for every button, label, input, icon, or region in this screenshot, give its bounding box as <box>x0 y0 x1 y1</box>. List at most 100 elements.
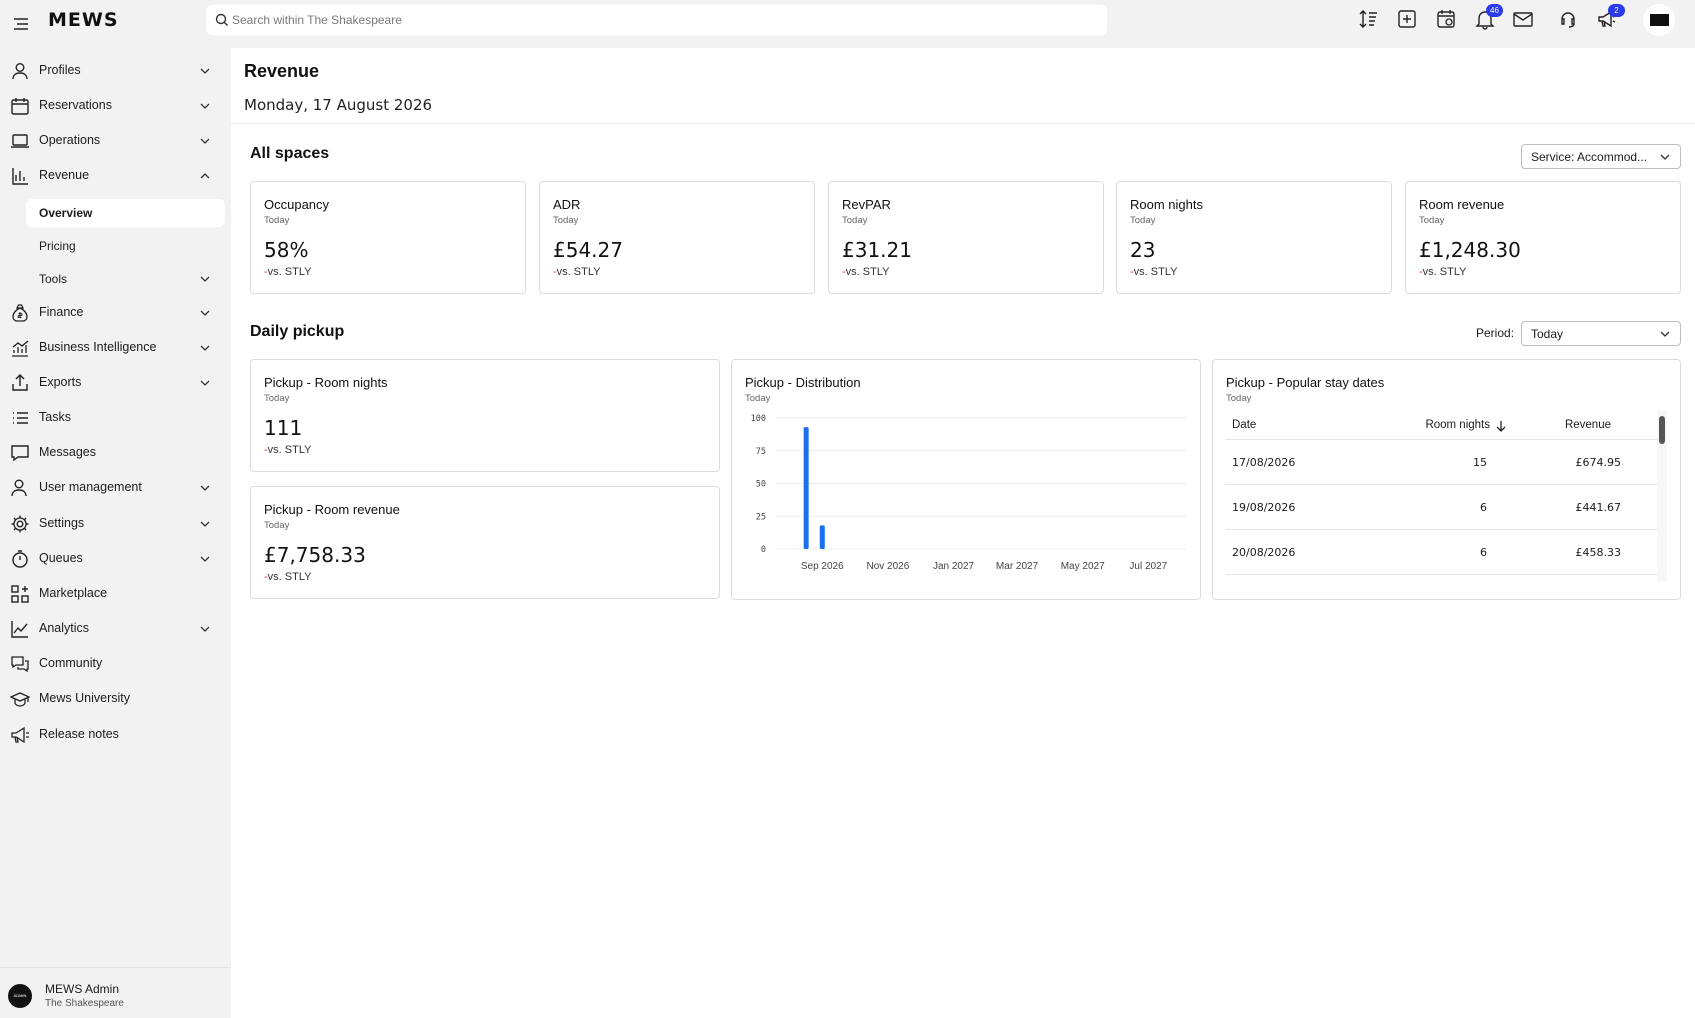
service-select-value: Service: Accommod... <box>1531 150 1648 164</box>
sidebar-item-reservations[interactable]: Reservations <box>0 90 231 122</box>
column-header-date[interactable]: Date <box>1232 419 1256 431</box>
y-tick-label: 0 <box>761 545 766 555</box>
column-header-room-nights[interactable]: Room nights <box>1425 419 1490 431</box>
sidebar-item-messages[interactable]: Messages <box>0 437 231 469</box>
y-tick-label: 25 <box>756 512 766 522</box>
period-select[interactable]: Today <box>1521 321 1681 346</box>
sidebar-subitem-overview[interactable]: Overview <box>26 199 225 227</box>
sidebar-item-queues[interactable]: Queues <box>0 543 231 575</box>
sidebar-item-tasks[interactable]: Tasks <box>0 402 231 434</box>
message-icon <box>11 445 29 462</box>
card-subtitle: Today <box>553 215 579 226</box>
sidebar-item-label: Business Intelligence <box>39 340 157 354</box>
sidebar-item-business-intelligence[interactable]: Business Intelligence <box>0 332 231 364</box>
mail-icon[interactable] <box>1512 8 1536 32</box>
cell-date: 17/08/2026 <box>1232 456 1296 469</box>
table-row[interactable]: 20/08/2026 6 £458.33 <box>1225 530 1657 575</box>
sidebar-item-exports[interactable]: Exports <box>0 367 231 399</box>
page-title: Revenue <box>244 61 320 81</box>
sidebar-item-label: Settings <box>39 516 85 530</box>
sidebar-item-revenue[interactable]: Revenue <box>0 160 231 192</box>
distribution-bar[interactable] <box>803 427 809 549</box>
sidebar-item-label: Marketplace <box>39 586 108 600</box>
card-comparison: -vs. STLY <box>842 266 890 278</box>
user-profile[interactable]: ADMIN MEWS Admin The Shakespeare <box>0 967 231 1018</box>
sidebar-item-operations[interactable]: Operations <box>0 125 231 157</box>
period-label: Period: <box>1476 326 1515 340</box>
sidebar-subitem-label: Tools <box>39 272 68 286</box>
notifications-bell-icon[interactable]: 46 <box>1474 4 1503 32</box>
sidebar-subitem-label: Pricing <box>39 239 76 253</box>
search-input[interactable] <box>232 5 1092 35</box>
card-subtitle: Today <box>264 393 290 404</box>
sidebar-subitem-tools[interactable]: Tools <box>26 265 225 293</box>
sort-icon[interactable] <box>1358 8 1382 32</box>
user-manage-icon <box>11 479 27 497</box>
notifications-badge: 46 <box>1486 4 1503 17</box>
money-bag-icon <box>12 304 28 322</box>
period-select-value: Today <box>1531 327 1564 341</box>
table-row[interactable]: 19/08/2026 6 £441.67 <box>1225 485 1657 530</box>
profile-avatar[interactable] <box>1643 4 1675 36</box>
user-organization: The Shakespeare <box>45 998 124 1009</box>
cell-revenue: £441.67 <box>1575 501 1622 514</box>
calendar-view-icon[interactable] <box>1435 8 1459 32</box>
sidebar-item-user-management[interactable]: User management <box>0 472 231 504</box>
card-title: Pickup - Distribution <box>745 375 861 390</box>
stopwatch-icon <box>12 550 28 568</box>
announcements-badge: 2 <box>1608 4 1625 17</box>
kpi-card-room-nights: Room nights Today 23 -vs. STLY <box>1116 181 1392 294</box>
search-bar[interactable] <box>206 5 1107 35</box>
trend-icon <box>12 340 29 357</box>
service-select[interactable]: Service: Accommod... <box>1521 144 1681 169</box>
card-subtitle: Today <box>264 520 290 531</box>
y-tick-label: 100 <box>751 414 766 424</box>
sidebar-subitem-pricing[interactable]: Pricing <box>26 232 225 260</box>
sidebar-item-label: Finance <box>39 305 84 319</box>
x-tick-label: Mar 2027 <box>996 561 1039 572</box>
sidebar-item-analytics[interactable]: Analytics <box>0 613 231 645</box>
megaphone-icon <box>11 726 29 744</box>
avatar-image <box>1650 14 1669 26</box>
y-tick-label: 50 <box>756 480 766 490</box>
card-comparison: -vs. STLY <box>264 444 312 456</box>
card-comparison: -vs. STLY <box>553 266 601 278</box>
table-row[interactable]: 17/08/2026 15 £674.95 <box>1225 440 1657 485</box>
mews-logo[interactable]: MEWS <box>48 9 119 31</box>
card-title: Pickup - Popular stay dates <box>1226 375 1385 390</box>
header-divider <box>231 123 1695 124</box>
sidebar: Profiles Reservations Operations Revenue… <box>0 48 231 1018</box>
chevron-down-icon <box>200 521 210 527</box>
card-title: Room revenue <box>1419 197 1505 212</box>
sidebar-item-release-notes[interactable]: Release notes <box>0 719 231 751</box>
sidebar-item-community[interactable]: Community <box>0 648 231 680</box>
menu-icon[interactable] <box>10 12 34 36</box>
sidebar-item-mews-university[interactable]: Mews University <box>0 683 231 715</box>
column-header-revenue[interactable]: Revenue <box>1565 419 1611 431</box>
cell-revenue: £458.33 <box>1575 546 1622 559</box>
card-title: Occupancy <box>264 197 330 212</box>
pickup-room-revenue-card: Pickup - Room revenue Today £7,758.33 -v… <box>250 486 720 599</box>
announcements-megaphone-icon[interactable]: 2 <box>1596 4 1625 32</box>
sidebar-item-label: Analytics <box>39 621 90 635</box>
sidebar-item-marketplace[interactable]: Marketplace <box>0 578 231 610</box>
pickup-distribution-chart: 0 25 50 75 100 Sep 2026 Nov 2026 Jan 2027 Mar 20… <box>751 414 1186 572</box>
card-title: Pickup - Room revenue <box>264 502 400 517</box>
distribution-bar[interactable] <box>819 525 825 549</box>
search-icon <box>215 13 228 26</box>
card-title: Room nights <box>1130 197 1203 212</box>
sidebar-item-settings[interactable]: Settings <box>0 508 231 540</box>
pickup-room-nights-card: Pickup - Room nights Today 111 -vs. STLY <box>250 359 720 472</box>
sidebar-item-label: Tasks <box>39 410 71 424</box>
scrollbar-thumb[interactable] <box>1659 416 1665 444</box>
card-subtitle: Today <box>264 215 290 226</box>
sidebar-item-finance[interactable]: Finance <box>0 297 231 329</box>
table-scrollbar[interactable] <box>1657 410 1667 582</box>
add-square-icon[interactable] <box>1396 8 1420 32</box>
support-headset-icon[interactable] <box>1557 8 1581 32</box>
sort-arrow-down-icon[interactable] <box>1495 419 1507 433</box>
line-chart-icon <box>11 621 28 638</box>
cell-room-nights: 15 <box>1473 456 1487 469</box>
cell-room-nights: 6 <box>1480 546 1487 559</box>
sidebar-item-profiles[interactable]: Profiles <box>0 55 231 87</box>
